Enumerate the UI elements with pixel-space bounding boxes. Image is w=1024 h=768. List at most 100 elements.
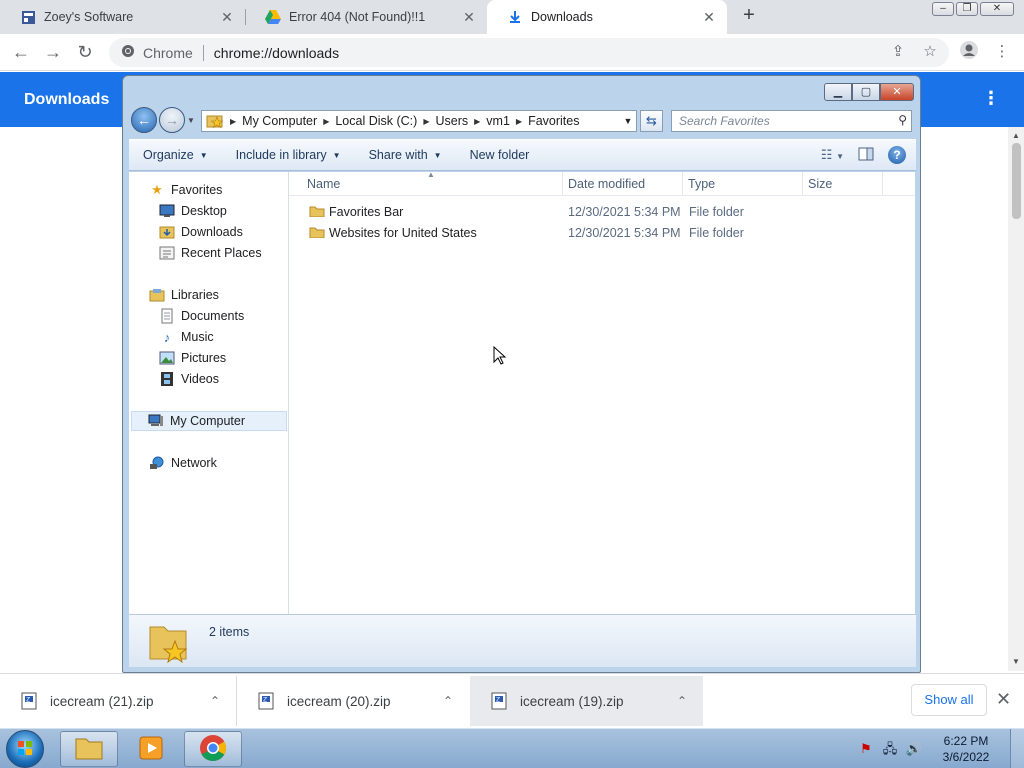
explorer-address-bar[interactable]: ▶ My Computer ▶ Local Disk (C:) ▶ Users … — [201, 110, 637, 132]
close-shelf-icon[interactable]: ✕ — [996, 689, 1011, 710]
column-divider[interactable] — [802, 172, 803, 196]
include-in-library-button[interactable]: Include in library ▼ — [222, 148, 355, 162]
column-type[interactable]: Type — [688, 177, 715, 191]
nav-documents[interactable]: Documents — [159, 306, 244, 326]
explorer-maximize-button[interactable]: ▢ — [852, 83, 880, 101]
nav-music[interactable]: ♪ Music — [159, 327, 214, 347]
address-bar[interactable]: Chrome chrome://downloads — [109, 38, 949, 67]
network-tray-icon[interactable]: 🖧 — [880, 739, 900, 759]
tab-error-404[interactable]: Error 404 (Not Found)!!1 ✕ — [245, 0, 487, 34]
bookmark-star-icon[interactable]: ☆ — [918, 40, 942, 64]
address-dropdown-icon[interactable]: ▼ — [620, 116, 636, 126]
close-tab-icon[interactable]: ✕ — [461, 9, 477, 25]
scrollbar-thumb[interactable] — [1012, 143, 1021, 219]
reload-icon[interactable]: ↻ — [74, 42, 96, 64]
start-button[interactable] — [6, 730, 44, 768]
chevron-up-icon[interactable]: ⌃ — [210, 694, 220, 708]
nav-my-computer[interactable]: My Computer — [131, 411, 287, 431]
close-tab-icon[interactable]: ✕ — [219, 9, 235, 25]
breadcrumb-arrow-icon[interactable]: ▶ — [421, 117, 431, 126]
breadcrumb-arrow-icon[interactable]: ▶ — [321, 117, 331, 126]
file-row[interactable]: Websites for United States 12/30/2021 5:… — [289, 223, 915, 243]
breadcrumb-arrow-icon[interactable]: ▶ — [514, 117, 524, 126]
download-item[interactable]: Z icecream (19).zip ⌃ — [470, 676, 703, 726]
column-date-modified[interactable]: Date modified — [568, 177, 645, 191]
chevron-up-icon[interactable]: ⌃ — [677, 694, 687, 708]
breadcrumb-users[interactable]: Users — [431, 114, 472, 128]
column-divider[interactable] — [682, 172, 683, 196]
forward-arrow-icon[interactable]: → — [42, 42, 64, 64]
tab-zoeys-software[interactable]: Zoey's Software ✕ — [0, 0, 245, 34]
column-divider[interactable] — [562, 172, 563, 196]
download-filename: icecream (21).zip — [50, 693, 154, 709]
breadcrumb-my-computer[interactable]: My Computer — [238, 114, 321, 128]
search-input[interactable]: Search Favorites ⚲ — [671, 110, 912, 132]
file-date: 12/30/2021 5:34 PM — [568, 205, 681, 219]
taskbar-chrome-button[interactable] — [184, 731, 242, 767]
column-size[interactable]: Size — [808, 177, 832, 191]
explorer-close-button[interactable]: ✕ — [880, 83, 914, 101]
breadcrumb-favorites[interactable]: Favorites — [524, 114, 583, 128]
search-icon[interactable]: ⚲ — [898, 113, 907, 127]
share-with-button[interactable]: Share with ▼ — [355, 148, 456, 162]
breadcrumb-arrow-icon[interactable]: ▶ — [228, 117, 238, 126]
nav-recent-places[interactable]: Recent Places — [159, 243, 262, 263]
volume-icon[interactable]: 🔊 — [904, 739, 924, 759]
nav-downloads[interactable]: Downloads — [159, 222, 243, 242]
change-view-icon[interactable]: ☷ ▼ — [821, 147, 844, 163]
organize-button[interactable]: Organize ▼ — [129, 148, 222, 162]
column-divider[interactable] — [882, 172, 883, 196]
file-row[interactable]: Favorites Bar 12/30/2021 5:34 PM File fo… — [289, 202, 915, 222]
nav-pictures[interactable]: Pictures — [159, 348, 226, 368]
profile-avatar-icon[interactable] — [957, 40, 981, 64]
share-icon[interactable]: ⇪ — [886, 40, 910, 64]
tab-downloads[interactable]: Downloads ✕ — [487, 0, 727, 34]
show-all-button[interactable]: Show all — [911, 684, 987, 716]
breadcrumb-arrow-icon[interactable]: ▶ — [472, 117, 482, 126]
taskbar: ⚑ 🖧 🔊 6:22 PM 3/6/2022 — [0, 728, 1024, 768]
scroll-up-arrow-icon[interactable]: ▲ — [1008, 129, 1024, 143]
explorer-minimize-button[interactable]: ▁ — [824, 83, 852, 101]
page-scrollbar[interactable]: ▲ ▼ — [1008, 127, 1024, 671]
minimize-button[interactable]: – — [932, 2, 954, 16]
nav-desktop[interactable]: Desktop — [159, 201, 227, 221]
nav-label: Videos — [181, 372, 219, 386]
forward-button[interactable]: → — [159, 107, 185, 133]
more-actions-icon[interactable]: ⋮ — [982, 88, 1000, 109]
back-button[interactable]: ← — [131, 107, 157, 133]
new-folder-button[interactable]: New folder — [456, 148, 544, 162]
nav-videos[interactable]: Videos — [159, 369, 219, 389]
show-desktop-button[interactable] — [1010, 729, 1024, 768]
computer-icon — [148, 413, 164, 429]
close-tab-icon[interactable]: ✕ — [701, 9, 717, 25]
file-date: 12/30/2021 5:34 PM — [568, 226, 681, 240]
recent-pages-dropdown-icon[interactable]: ▼ — [187, 116, 195, 125]
nav-libraries[interactable]: Libraries — [149, 285, 219, 305]
documents-icon — [159, 308, 175, 324]
close-window-button[interactable]: ✕ — [980, 2, 1014, 16]
new-tab-button[interactable]: + — [738, 5, 760, 27]
scroll-down-arrow-icon[interactable]: ▼ — [1008, 655, 1024, 669]
chevron-up-icon[interactable]: ⌃ — [443, 694, 453, 708]
restore-button[interactable]: ❐ — [956, 2, 978, 16]
taskbar-explorer-button[interactable] — [60, 731, 118, 767]
download-item[interactable]: Z icecream (21).zip ⌃ — [0, 676, 236, 726]
help-icon[interactable]: ? — [888, 146, 906, 164]
clock-date: 3/6/2022 — [942, 750, 990, 764]
system-clock[interactable]: 6:22 PM 3/6/2022 — [926, 733, 1006, 765]
page-title: Downloads — [24, 91, 110, 108]
preview-pane-icon[interactable] — [858, 147, 874, 164]
recent-places-icon — [159, 245, 175, 261]
action-center-flag-icon[interactable]: ⚑ — [856, 739, 876, 759]
breadcrumb-vm1[interactable]: vm1 — [482, 114, 514, 128]
file-type: File folder — [689, 226, 744, 240]
back-arrow-icon[interactable]: ← — [10, 42, 32, 64]
nav-network[interactable]: Network — [149, 453, 217, 473]
column-name[interactable]: Name — [307, 177, 340, 191]
refresh-button[interactable]: ⇆ — [640, 110, 663, 132]
chrome-menu-icon[interactable]: ⋮ — [990, 40, 1014, 64]
nav-favorites[interactable]: ★ Favorites — [149, 180, 222, 200]
taskbar-media-player-button[interactable] — [122, 731, 180, 767]
breadcrumb-local-disk[interactable]: Local Disk (C:) — [331, 114, 421, 128]
download-item[interactable]: Z icecream (20).zip ⌃ — [236, 676, 469, 726]
